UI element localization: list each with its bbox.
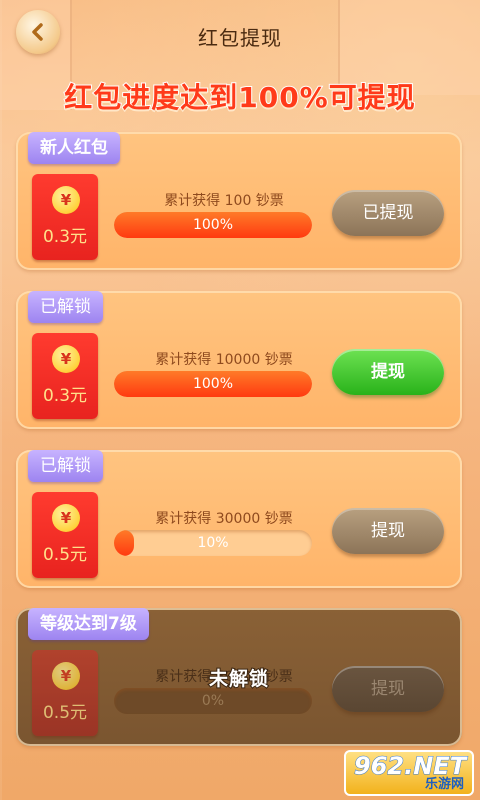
yuan-coin-icon: ¥ <box>52 345 80 373</box>
withdraw-button[interactable]: 提现 <box>332 349 444 395</box>
red-envelope: ¥ 0.5元 <box>32 492 98 578</box>
card-tag: 已解锁 <box>28 291 103 323</box>
progress-bar: 100% <box>114 212 312 238</box>
envelope-amount: 0.5元 <box>42 545 88 565</box>
redpacket-card-locked: 等级达到7级 ¥ 0.5元 累计获得 50000 钞票 0% 提现 未解锁 <box>16 608 462 746</box>
progress-text: 0% <box>201 693 225 709</box>
card-tag: 已解锁 <box>28 450 103 482</box>
goal-text: 累计获得 10000 钞票 <box>155 352 293 368</box>
yuan-coin-icon: ¥ <box>52 186 80 214</box>
progress-text: 10% <box>197 535 229 551</box>
envelope-amount: 0.3元 <box>42 386 88 406</box>
site-watermark-logo: 962.NET 乐游网 <box>344 750 474 796</box>
redpacket-card-newbie: 新人红包 ¥ 0.3元 累计获得 100 钞票 100% 已提现 <box>16 132 462 270</box>
goal-text: 累计获得 30000 钞票 <box>155 511 293 527</box>
progress-bar: 100% <box>114 371 312 397</box>
card-tag: 新人红包 <box>28 132 120 164</box>
redpacket-card-unlocked-2: 已解锁 ¥ 0.5元 累计获得 30000 钞票 10% 提现 <box>16 450 462 588</box>
envelope-amount: 0.5元 <box>42 703 88 723</box>
redpacket-card-unlocked-1: 已解锁 ¥ 0.3元 累计获得 10000 钞票 100% 提现 <box>16 291 462 429</box>
page-title: 红包提现 <box>198 26 282 50</box>
withdrawn-button[interactable]: 已提现 <box>332 190 444 236</box>
card-tag: 等级达到7级 <box>28 608 149 640</box>
red-envelope: ¥ 0.5元 <box>32 650 98 736</box>
red-envelope: ¥ 0.3元 <box>32 174 98 260</box>
progress-text: 100% <box>192 217 234 233</box>
yuan-coin-icon: ¥ <box>52 504 80 532</box>
envelope-amount: 0.3元 <box>42 227 88 247</box>
locked-label: 未解锁 <box>208 667 269 691</box>
progress-bar: 0% <box>114 688 312 714</box>
watermark-logo-subtext: 乐游网 <box>424 777 464 792</box>
progress-text: 100% <box>192 376 234 392</box>
withdraw-button[interactable]: 提现 <box>332 508 444 554</box>
goal-text: 累计获得 100 钞票 <box>164 193 284 209</box>
red-envelope: ¥ 0.3元 <box>32 333 98 419</box>
progress-bar: 10% <box>114 530 312 556</box>
headline-banner: 红包进度达到100%可提现 <box>63 80 416 115</box>
